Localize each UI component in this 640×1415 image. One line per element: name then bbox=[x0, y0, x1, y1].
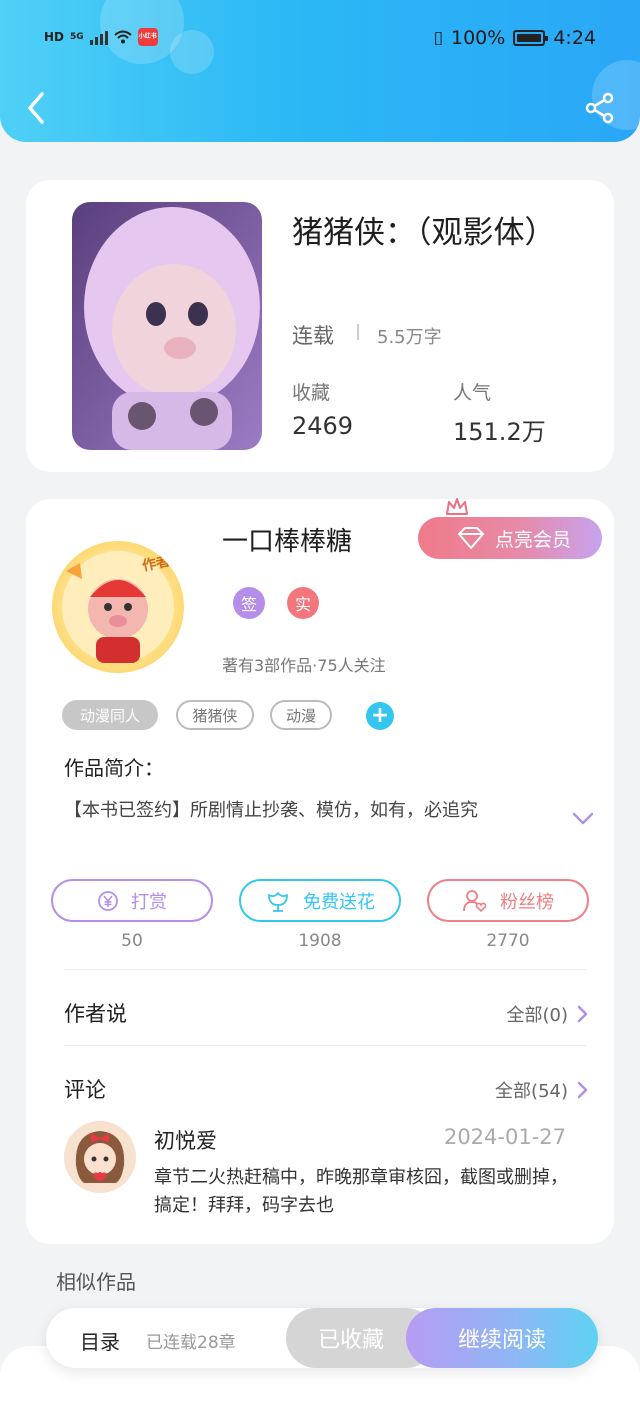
favorites-value: 2469 bbox=[292, 412, 354, 440]
book-info-card: 猪猪侠：（观影体） 连载 5.5万字 收藏 2469 人气 151.2万 bbox=[26, 180, 614, 472]
diamond-icon bbox=[457, 527, 484, 549]
tip-label: 打赏 bbox=[131, 891, 167, 913]
author-says-label: 作者说 bbox=[64, 1002, 127, 1026]
signed-badge: 签 bbox=[233, 587, 265, 619]
top-header: HD 5G 小红书 ▯ 100% 4:24 bbox=[0, 0, 640, 142]
status-bar-left: HD 5G 小红书 bbox=[44, 28, 158, 46]
chevron-right-icon bbox=[577, 1081, 588, 1099]
author-says-more[interactable]: 全部(0) bbox=[507, 1001, 589, 1027]
commenter-avatar[interactable] bbox=[64, 1121, 136, 1193]
user-heart-icon bbox=[463, 889, 487, 912]
tip-count: 50 bbox=[121, 931, 143, 951]
comment-text: 章节二火热赶稿中，昨晚那章审核囧，截图或删掉，搞定！拜拜，码字去也 bbox=[154, 1167, 568, 1216]
crown-icon bbox=[446, 498, 468, 515]
tag-anime-fanfic[interactable]: 动漫同人 bbox=[62, 700, 158, 730]
popularity-label: 人气 bbox=[453, 382, 492, 404]
vibrate-icon: ▯ bbox=[433, 28, 443, 48]
add-tag-icon[interactable]: + bbox=[366, 702, 394, 730]
continue-reading-button[interactable]: 继续阅读 bbox=[406, 1308, 598, 1368]
author-avatar[interactable]: 作者 bbox=[52, 541, 184, 673]
toc-button[interactable]: 目录 bbox=[80, 1326, 120, 1355]
tag-anime[interactable]: 动漫 bbox=[270, 700, 332, 730]
author-name[interactable]: 一口棒棒糖 bbox=[222, 521, 352, 558]
flower-count: 1908 bbox=[298, 931, 342, 951]
header-bubble bbox=[170, 30, 214, 74]
chapter-count: 已连载28章 bbox=[146, 1333, 236, 1353]
fan-ranking-button[interactable]: 粉丝榜 bbox=[427, 879, 589, 922]
intro-text: 【本书已签约】所剧情止抄袭、模仿，如有，必追究 bbox=[64, 800, 478, 821]
author-meta: 著有3部作品·75人关注 bbox=[222, 656, 386, 675]
book-status: 连载 bbox=[292, 324, 334, 348]
back-icon[interactable] bbox=[22, 90, 52, 126]
signal-icon bbox=[89, 29, 108, 45]
flower-icon bbox=[268, 891, 288, 912]
intro-label: 作品简介： bbox=[64, 756, 164, 780]
signal-type: 5G bbox=[70, 31, 84, 42]
tag-pig-hero[interactable]: 猪猪侠 bbox=[176, 700, 254, 730]
status-bar-right: ▯ 100% 4:24 bbox=[434, 27, 596, 49]
network-type: HD bbox=[44, 30, 65, 44]
vip-button[interactable]: 点亮会员 bbox=[418, 517, 602, 559]
yuan-coin-icon bbox=[98, 890, 118, 911]
vip-button-label: 点亮会员 bbox=[494, 528, 571, 551]
status-divider bbox=[357, 324, 359, 340]
share-icon[interactable] bbox=[584, 92, 616, 124]
divider bbox=[64, 1045, 586, 1046]
popularity-value: 151.2万 bbox=[453, 418, 546, 446]
app-notification-icon: 小红书 bbox=[137, 28, 158, 46]
book-title: 猪猪侠：（观影体） bbox=[292, 215, 556, 251]
bottom-action-bar: 目录 已连载28章 已收藏 继续阅读 bbox=[46, 1308, 598, 1368]
fan-count: 2770 bbox=[486, 931, 530, 951]
battery-percent: 100% bbox=[451, 27, 506, 49]
commenter-name[interactable]: 初悦爱 bbox=[154, 1125, 217, 1155]
chevron-down-icon[interactable] bbox=[572, 811, 594, 827]
word-count: 5.5万字 bbox=[377, 327, 442, 348]
tip-button[interactable]: 打赏 bbox=[51, 879, 213, 922]
author-card: 作者 一口棒棒糖 点亮会员 签 实 著有3部作品·75人关注 动漫同人 猪猪侠 … bbox=[26, 498, 614, 1244]
comment-date: 2024-01-27 bbox=[443, 1125, 566, 1149]
fan-ranking-label: 粉丝榜 bbox=[500, 891, 554, 913]
send-flower-label: 免费送花 bbox=[303, 891, 375, 913]
comments-more[interactable]: 全部(54) bbox=[495, 1077, 588, 1103]
wifi-icon bbox=[114, 30, 132, 44]
author-says-more-label: 全部(0) bbox=[506, 1005, 569, 1026]
battery-icon bbox=[513, 30, 549, 46]
verified-badge: 实 bbox=[287, 587, 319, 619]
comments-label: 评论 bbox=[64, 1078, 106, 1102]
comments-more-label: 全部(54) bbox=[495, 1081, 568, 1102]
send-flower-button[interactable]: 免费送花 bbox=[239, 879, 401, 922]
favorites-label: 收藏 bbox=[292, 382, 331, 404]
clock: 4:24 bbox=[553, 27, 596, 49]
similar-works-label: 相似作品 bbox=[56, 1270, 136, 1294]
chevron-right-icon bbox=[577, 1005, 588, 1023]
book-cover[interactable] bbox=[72, 202, 262, 450]
divider bbox=[64, 969, 586, 970]
